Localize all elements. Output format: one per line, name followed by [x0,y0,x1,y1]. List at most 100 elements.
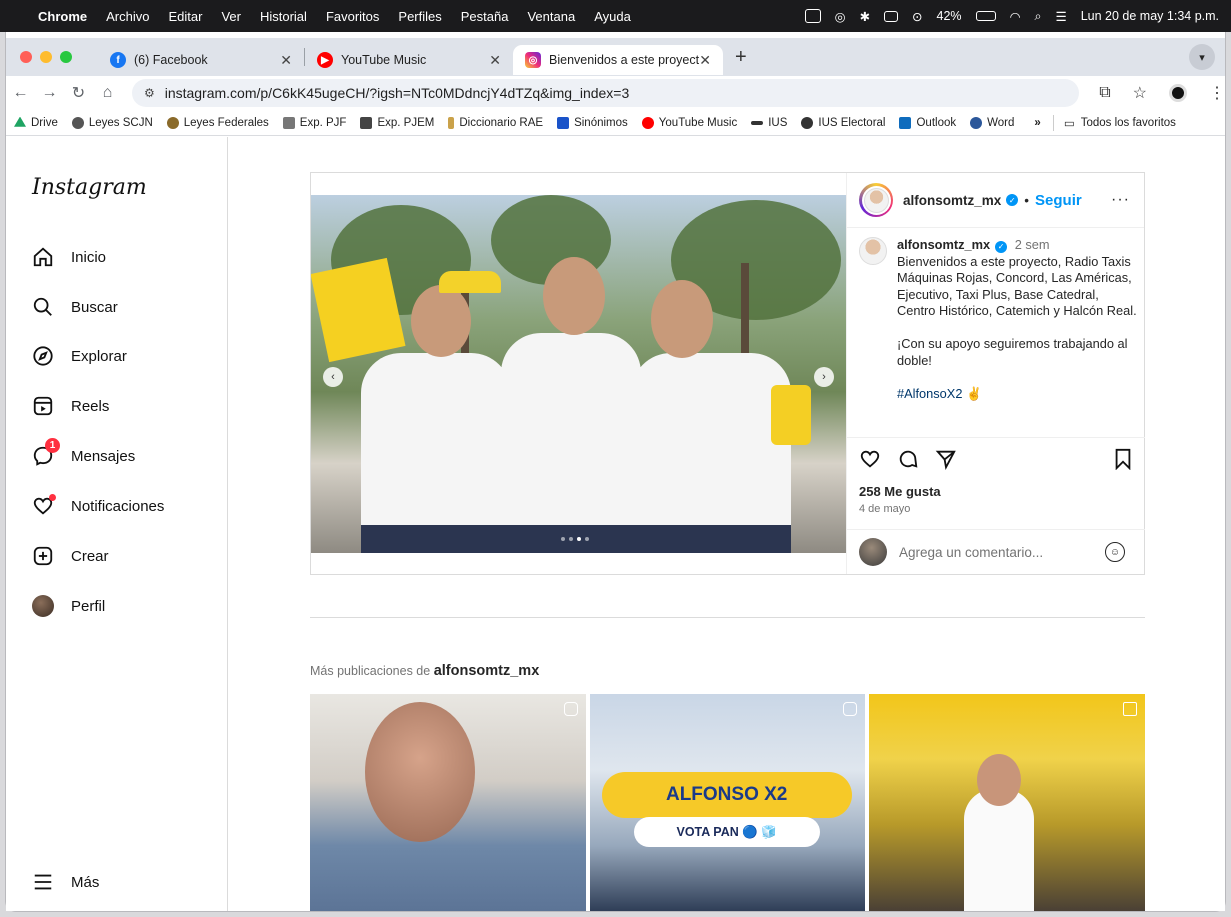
profile-avatar[interactable] [1169,84,1187,102]
back-icon[interactable]: ← [6,84,35,102]
youtube-music-icon [641,116,654,129]
tab-search-button[interactable]: ▾ [1189,44,1215,70]
address-bar[interactable]: ⚙ instagram.com/p/C6kK45ugeCH/?igsh=NTc0… [131,79,1080,107]
menu-favoritos[interactable]: Favoritos [326,9,379,24]
menu-editar[interactable]: Editar [168,9,202,24]
play-icon[interactable]: ⊙ [912,9,922,24]
grid-post-1[interactable] [310,694,586,911]
instagram-page: Instagram Inicio Buscar Explorar Reels 1… [6,137,1225,911]
sidebar-item-perfil[interactable]: Perfil [32,595,105,617]
bookmark-youtube-music[interactable]: YouTube Music [641,116,737,129]
battery-icon[interactable] [975,11,996,21]
drive-icon [14,116,26,127]
sidebar-item-mensajes[interactable]: 1 Mensajes [32,438,135,467]
sidebar-item-mas[interactable]: Más [32,871,99,893]
save-bookmark-icon[interactable] [1113,448,1133,476]
emoji-picker-icon[interactable]: ☺ [1105,542,1125,562]
bookmark-exp-pjem[interactable]: Exp. PJEM [360,116,435,129]
comment-input[interactable]: Agrega un comentario... [899,545,1043,560]
carousel-next-button[interactable]: › [814,367,834,387]
sidebar-item-label: Notificaciones [71,497,165,515]
sidebar-item-inicio[interactable]: Inicio [32,246,106,268]
home-browser-icon[interactable]: ⌂ [93,84,122,102]
bookmark-rae[interactable]: Diccionario RAE [448,116,543,129]
instagram-logo[interactable]: Instagram [32,175,147,200]
caption-avatar[interactable] [859,237,887,265]
post-photo[interactable]: ‹ › [311,195,846,553]
bookmark-label: Exp. PJEM [377,116,435,129]
menu-app-name[interactable]: Chrome [38,9,87,24]
close-window-button[interactable] [20,51,32,63]
wifi-icon[interactable]: ◠ [1010,9,1021,24]
bookmark-leyes-scjn[interactable]: Leyes SCJN [71,116,153,129]
screen-icon[interactable] [884,10,899,22]
reload-icon[interactable]: ↻ [64,83,93,103]
zoom-window-button[interactable] [60,51,72,63]
bookmark-drive[interactable]: Drive [14,116,58,129]
bookmark-word[interactable]: Word [970,116,1014,129]
grid-post-2[interactable]: ALFONSO X2 VOTA PAN 🔵 🧊 [589,694,866,911]
menu-ver[interactable]: Ver [221,9,241,24]
forward-icon[interactable]: → [35,84,64,102]
likes-count[interactable]: 258 Me gusta [859,484,1133,499]
sidebar-item-reels[interactable]: Reels [32,395,109,417]
sidebar-item-buscar[interactable]: Buscar [32,296,118,318]
more-posts-user[interactable]: alfonsomtz_mx [434,663,540,679]
install-app-icon[interactable]: ⧉ [1099,84,1110,102]
url-text[interactable]: instagram.com/p/C6kK45ugeCH/?igsh=NTc0MD… [165,85,630,101]
battery-percent[interactable]: 42% [937,9,962,23]
more-options-icon[interactable]: ··· [1111,191,1130,209]
bookmark-leyes-federales[interactable]: Leyes Federales [166,116,269,129]
caption-username[interactable]: alfonsomtz_mx [897,237,990,252]
menu-ayuda[interactable]: Ayuda [594,9,631,24]
bookmark-exp-pjf[interactable]: Exp. PJF [282,116,346,129]
new-tab-button[interactable]: + [735,46,747,69]
close-tab-icon[interactable]: ✕ [280,52,292,69]
status-app-icon[interactable] [804,9,821,23]
bookmark-outlook[interactable]: Outlook [899,116,956,129]
bookmark-label: IUS Electoral [818,116,886,129]
sidebar-item-notificaciones[interactable]: Notificaciones [32,494,165,517]
tab-youtube-music[interactable]: ▶ YouTube Music ✕ [305,45,513,75]
grid-post-3[interactable] [869,694,1146,911]
bookmark-sinonimos[interactable]: Sinónimos [557,116,628,129]
hashtag-link[interactable]: #AlfonsoX2 ✌ [897,386,982,401]
comment-icon[interactable] [897,448,919,476]
bookmark-label: Leyes SCJN [88,116,153,129]
messenger-icon: 1 [32,438,60,467]
follow-button[interactable]: Seguir [1035,192,1082,209]
airdrop-icon[interactable]: ◎ [835,9,846,24]
story-ring[interactable] [859,183,893,217]
bookmark-ius-electoral[interactable]: IUS Electoral [801,116,886,129]
bookmark-ius[interactable]: IUS [751,117,787,129]
tab-facebook[interactable]: f (6) Facebook ✕ [98,45,304,75]
all-bookmarks-folder[interactable]: ▭ Todos los favoritos [1064,116,1176,130]
carousel-prev-button[interactable]: ‹ [323,367,343,387]
bluetooth-icon[interactable]: ✱ [860,9,870,24]
spotlight-icon[interactable]: ⌕ [1034,9,1041,24]
bookmark-star-icon[interactable]: ☆ [1133,83,1147,103]
browser-toolbar: ← → ↻ ⌂ ⚙ instagram.com/p/C6kK45ugeCH/?i… [6,76,1225,110]
post-username[interactable]: alfonsomtz_mx [903,193,1001,208]
reels-icon [32,395,54,417]
menu-pestana[interactable]: Pestaña [461,9,509,24]
post-caption: alfonsomtz_mx ✓ 2 sem Bienvenidos a este … [859,237,1137,402]
site-info-icon[interactable]: ⚙ [144,86,155,100]
control-center-icon[interactable]: ☰ [1056,9,1067,24]
menu-perfiles[interactable]: Perfiles [398,9,441,24]
menu-ventana[interactable]: Ventana [527,9,575,24]
tab-instagram-active[interactable]: ◎ Bienvenidos a este proyecto, ✕ [513,45,723,75]
author-avatar[interactable] [863,187,889,213]
sidebar-item-crear[interactable]: Crear [32,545,109,567]
sidebar-item-explorar[interactable]: Explorar [32,345,127,367]
menu-historial[interactable]: Historial [260,9,307,24]
menu-archivo[interactable]: Archivo [106,9,149,24]
more-bookmarks-button[interactable]: » [1034,117,1040,129]
share-icon[interactable] [935,448,957,476]
minimize-window-button[interactable] [40,51,52,63]
chrome-menu-icon[interactable]: ⋮ [1209,83,1225,103]
like-icon[interactable] [859,448,881,476]
close-tab-icon[interactable]: ✕ [489,52,501,69]
close-tab-icon[interactable]: ✕ [699,52,711,69]
clock[interactable]: Lun 20 de may 1:34 p.m. [1081,9,1219,23]
